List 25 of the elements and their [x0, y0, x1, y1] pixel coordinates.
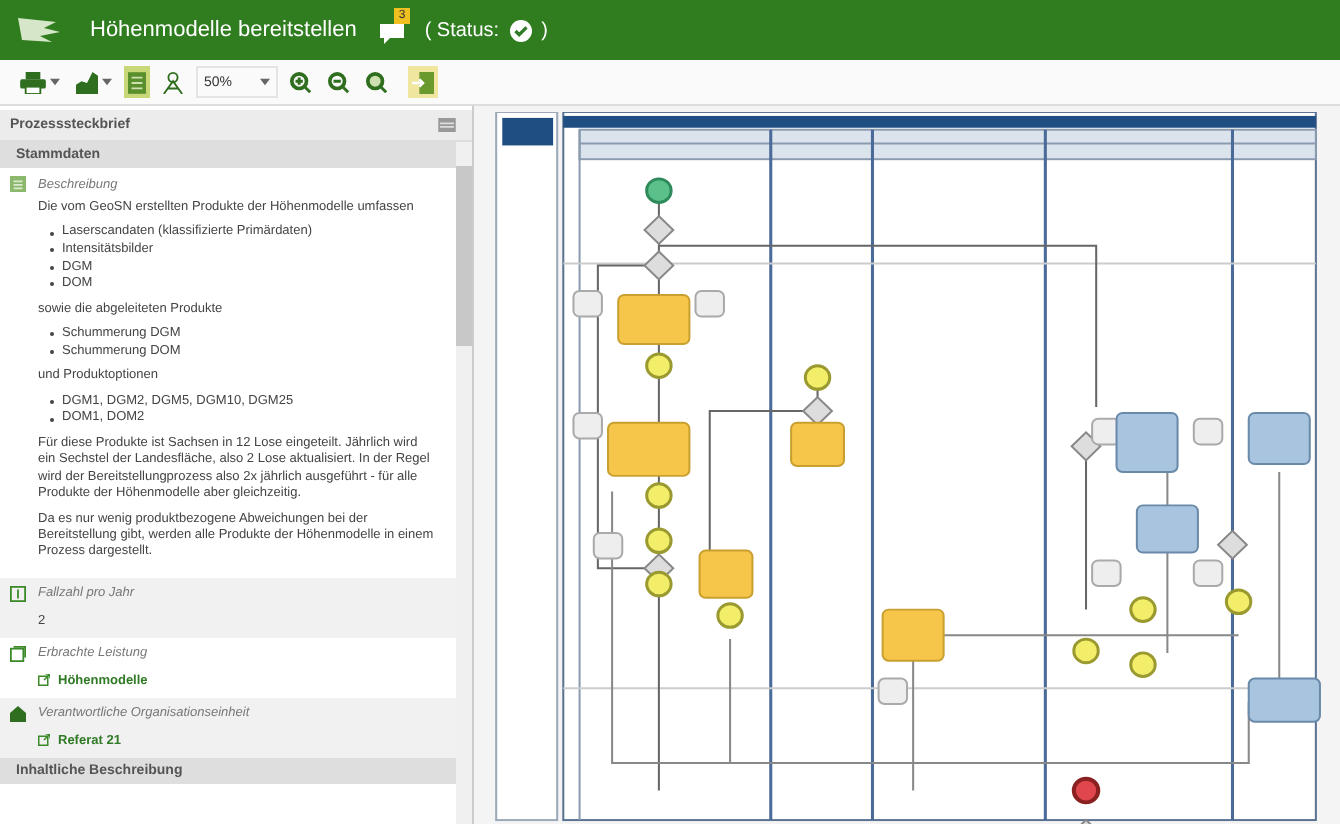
printer-icon	[20, 71, 46, 93]
description-icon	[10, 176, 26, 192]
status-label: ( Status:	[424, 19, 500, 41]
chart-button[interactable]	[72, 66, 116, 98]
building-icon	[10, 705, 26, 722]
document-icon	[10, 645, 26, 662]
document-view-button[interactable]	[124, 66, 150, 98]
zoom-in-button[interactable]	[286, 66, 317, 98]
chart-icon	[76, 71, 98, 93]
people-view-button[interactable]	[158, 66, 188, 98]
caret-icon	[50, 78, 60, 86]
scrollbar[interactable]	[456, 142, 472, 824]
zoom-fit-button[interactable]	[362, 66, 393, 98]
status-label: )	[541, 19, 548, 41]
logo-icon	[16, 14, 64, 46]
print-button[interactable]	[16, 66, 64, 98]
number-icon	[10, 585, 26, 602]
caret-icon	[102, 78, 112, 86]
external-link-icon	[38, 674, 50, 687]
caret-icon	[260, 78, 271, 86]
comment-icon[interactable]	[378, 21, 407, 45]
external-link-icon	[38, 734, 50, 747]
exit-button[interactable]	[408, 66, 439, 98]
zoom-out-button[interactable]	[324, 66, 355, 98]
window-title: Höhenmodelle bereitstellen	[90, 18, 357, 42]
